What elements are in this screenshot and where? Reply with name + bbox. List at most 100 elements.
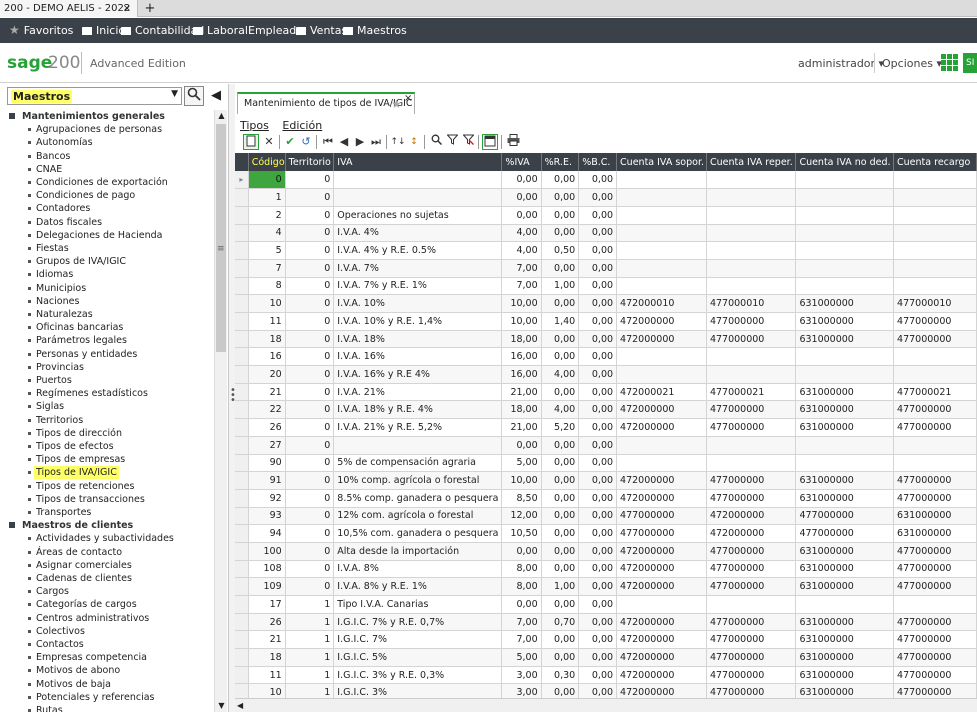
row-indicator[interactable] bbox=[235, 365, 249, 384]
table-cell[interactable] bbox=[893, 277, 977, 296]
table-cell[interactable]: 93 bbox=[248, 507, 286, 526]
table-cell[interactable]: 21,00 bbox=[501, 418, 542, 437]
table-row[interactable]: 18 1 I.G.I.C. 5% 5,00 0,00 0,00 472000000 47700… bbox=[235, 648, 977, 667]
table-cell[interactable]: 5% de compensación agraria bbox=[333, 454, 503, 473]
table-row[interactable]: 5 0 I.V.A. 4% y R.E. 0.5% 4,00 0,50 0,00 bbox=[235, 241, 977, 260]
table-cell[interactable]: 0 bbox=[285, 294, 335, 313]
table-cell[interactable]: 0,00 bbox=[541, 330, 580, 349]
table-cell[interactable]: 4,00 bbox=[541, 365, 580, 384]
table-cell[interactable]: 1,40 bbox=[541, 312, 580, 331]
table-cell[interactable]: 4,00 bbox=[501, 241, 542, 260]
table-cell[interactable]: 477000000 bbox=[706, 471, 797, 490]
table-cell[interactable]: I.V.A. 18% bbox=[333, 330, 503, 349]
table-cell[interactable]: 472000021 bbox=[616, 383, 707, 402]
row-indicator[interactable] bbox=[235, 577, 249, 596]
column-header[interactable]: Código bbox=[248, 153, 286, 171]
table-cell[interactable]: 631000000 bbox=[795, 613, 895, 632]
table-cell[interactable]: 5,20 bbox=[541, 418, 580, 437]
table-cell[interactable]: 5 bbox=[248, 241, 286, 260]
table-cell[interactable]: 0 bbox=[285, 383, 335, 402]
table-row[interactable]: 92 0 8.5% comp. ganadera o pesquera 8,50 0,0… bbox=[235, 489, 977, 508]
column-header[interactable]: Cuenta IVA reper. bbox=[706, 153, 797, 171]
table-cell[interactable]: 631000000 bbox=[795, 312, 895, 331]
table-cell[interactable]: 472000000 bbox=[706, 507, 797, 526]
table-cell[interactable] bbox=[616, 171, 707, 190]
table-cell[interactable]: 1 bbox=[285, 613, 335, 632]
scrollbar-thumb[interactable] bbox=[216, 124, 226, 352]
row-indicator[interactable] bbox=[235, 524, 249, 543]
table-cell[interactable]: 0,00 bbox=[541, 383, 580, 402]
table-row[interactable]: 26 1 I.G.I.C. 7% y R.E. 0,7% 7,00 0,70 0,00 47… bbox=[235, 613, 977, 632]
table-row[interactable]: 93 0 12% com. agrícola o forestal 12,00 0,00… bbox=[235, 507, 977, 526]
table-row[interactable]: 7 0 I.V.A. 7% 7,00 0,00 0,00 bbox=[235, 259, 977, 278]
table-cell[interactable]: 0,00 bbox=[541, 648, 580, 667]
table-cell[interactable]: 477000000 bbox=[706, 489, 797, 508]
table-cell[interactable]: 0 bbox=[285, 507, 335, 526]
new-tab-button[interactable]: + bbox=[140, 0, 160, 17]
table-cell[interactable]: 0,00 bbox=[541, 630, 580, 650]
table-cell[interactable]: 17 bbox=[248, 595, 286, 614]
table-cell[interactable] bbox=[333, 188, 503, 207]
row-indicator[interactable] bbox=[235, 613, 249, 632]
table-row[interactable]: 100 0 Alta desde la importación 0,00 0,00 0,0… bbox=[235, 542, 977, 561]
table-cell[interactable]: 0,70 bbox=[541, 613, 580, 632]
table-cell[interactable] bbox=[706, 224, 797, 243]
new-record-icon[interactable] bbox=[243, 134, 259, 150]
table-cell[interactable]: 0,00 bbox=[541, 347, 580, 367]
table-cell[interactable]: 472000000 bbox=[616, 400, 707, 420]
table-cell[interactable]: I.G.I.C. 7% y R.E. 0,7% bbox=[333, 613, 503, 632]
table-cell[interactable] bbox=[795, 365, 895, 384]
table-cell[interactable]: 631000000 bbox=[795, 542, 895, 561]
table-cell[interactable]: 0,30 bbox=[541, 666, 580, 685]
table-cell[interactable]: 4 bbox=[248, 224, 286, 243]
table-cell[interactable]: 477000000 bbox=[706, 560, 797, 579]
table-row[interactable]: 1 0 0,00 0,00 0,00 bbox=[235, 188, 977, 207]
table-cell[interactable]: 0,00 bbox=[578, 294, 618, 313]
user-menu[interactable]: administrador ▾ bbox=[798, 57, 884, 70]
table-cell[interactable] bbox=[795, 595, 895, 614]
table-cell[interactable]: 477000010 bbox=[893, 294, 977, 313]
table-cell[interactable]: 0,00 bbox=[501, 171, 542, 190]
sidebar-scrollbar[interactable]: ▲ ≡ ▼ bbox=[214, 110, 227, 712]
table-cell[interactable] bbox=[795, 241, 895, 260]
table-cell[interactable]: 0,00 bbox=[578, 683, 618, 698]
table-cell[interactable]: 0,00 bbox=[501, 188, 542, 207]
table-cell[interactable]: 0 bbox=[285, 436, 335, 455]
table-cell[interactable]: 631000000 bbox=[795, 400, 895, 420]
table-cell[interactable]: I.V.A. 21% bbox=[333, 383, 503, 402]
table-row[interactable]: 20 0 I.V.A. 16% y R.E 4% 16,00 4,00 0,00 bbox=[235, 365, 977, 384]
table-cell[interactable]: 472000000 bbox=[616, 418, 707, 437]
clear-filter-icon[interactable] bbox=[460, 134, 476, 150]
menu-edicion[interactable]: Edición bbox=[282, 119, 322, 132]
table-cell[interactable]: 472000000 bbox=[616, 471, 707, 490]
table-cell[interactable]: 472000000 bbox=[616, 630, 707, 650]
table-cell[interactable]: 11 bbox=[248, 312, 286, 331]
print-icon[interactable] bbox=[505, 134, 521, 150]
table-cell[interactable]: 631000000 bbox=[795, 577, 895, 596]
table-cell[interactable]: 8.5% comp. ganadera o pesquera bbox=[333, 489, 503, 508]
table-cell[interactable]: 472000000 bbox=[616, 613, 707, 632]
table-cell[interactable]: 0,00 bbox=[578, 666, 618, 685]
table-cell[interactable]: I.V.A. 18% y R.E. 4% bbox=[333, 400, 503, 420]
table-cell[interactable]: 0,00 bbox=[578, 454, 618, 473]
table-cell[interactable] bbox=[795, 454, 895, 473]
table-cell[interactable]: 0,00 bbox=[541, 489, 580, 508]
table-cell[interactable]: 109 bbox=[248, 577, 286, 596]
table-cell[interactable]: 0,00 bbox=[578, 188, 618, 207]
table-cell[interactable]: 0,00 bbox=[578, 347, 618, 367]
fav-item-maestros[interactable]: Maestros bbox=[343, 18, 407, 43]
table-cell[interactable]: I.V.A. 8% y R.E. 1% bbox=[333, 577, 503, 596]
table-cell[interactable]: 16,00 bbox=[501, 347, 542, 367]
save-check-icon[interactable]: ✔ bbox=[282, 134, 298, 150]
column-header[interactable]: Territorio bbox=[285, 153, 335, 171]
table-cell[interactable]: 477000000 bbox=[795, 524, 895, 543]
table-cell[interactable]: 0 bbox=[285, 312, 335, 331]
row-indicator[interactable] bbox=[235, 436, 249, 455]
table-cell[interactable]: 8,00 bbox=[501, 560, 542, 579]
table-cell[interactable]: 12,00 bbox=[501, 507, 542, 526]
table-cell[interactable] bbox=[616, 436, 707, 455]
table-row[interactable]: 27 0 0,00 0,00 0,00 bbox=[235, 436, 977, 455]
table-cell[interactable] bbox=[893, 454, 977, 473]
table-cell[interactable]: 631000000 bbox=[795, 489, 895, 508]
table-cell[interactable]: 10,00 bbox=[501, 294, 542, 313]
